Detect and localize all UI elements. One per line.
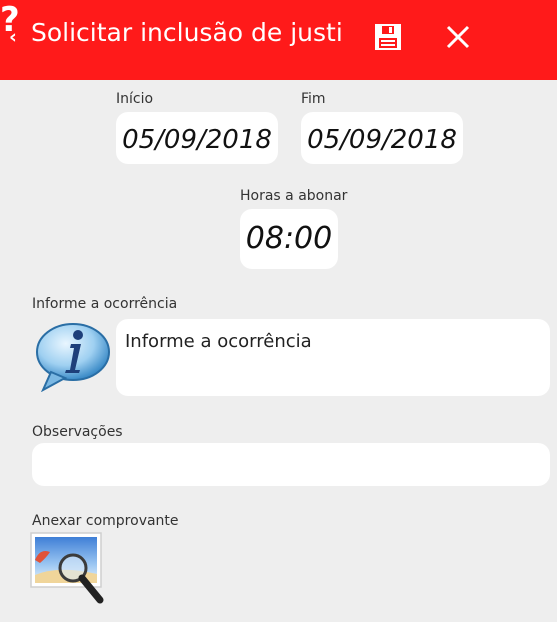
save-icon[interactable] [373, 22, 403, 52]
inicio-label: Início [116, 91, 154, 107]
fim-label: Fim [301, 91, 326, 107]
fim-date-value: 05/09/2018 [307, 125, 457, 155]
hours-value: 08:00 [245, 221, 333, 256]
page-title: Solicitar inclusão de justific… [31, 18, 341, 47]
attachment-label: Anexar comprovante [32, 513, 179, 529]
occurrence-value: Informe a ocorrência [125, 331, 312, 352]
observations-field[interactable] [32, 443, 550, 486]
hours-field[interactable]: 08:00 [240, 209, 338, 269]
info-bubble-icon[interactable] [33, 320, 113, 392]
fim-date-field[interactable]: 05/09/2018 [301, 112, 463, 164]
chevron-left-icon[interactable]: ‹ [9, 26, 17, 48]
observations-label: Observações [32, 424, 123, 440]
occurrence-label: Informe a ocorrência [32, 296, 178, 312]
inicio-date-value: 05/09/2018 [122, 125, 272, 155]
occurrence-field[interactable]: Informe a ocorrência [116, 319, 550, 396]
inicio-date-field[interactable]: 05/09/2018 [116, 112, 278, 164]
app-header: ‹ Solicitar inclusão de justific… ? [0, 0, 557, 80]
close-icon[interactable] [443, 22, 473, 52]
image-search-icon[interactable] [28, 530, 114, 612]
hours-label: Horas a abonar [240, 188, 348, 204]
